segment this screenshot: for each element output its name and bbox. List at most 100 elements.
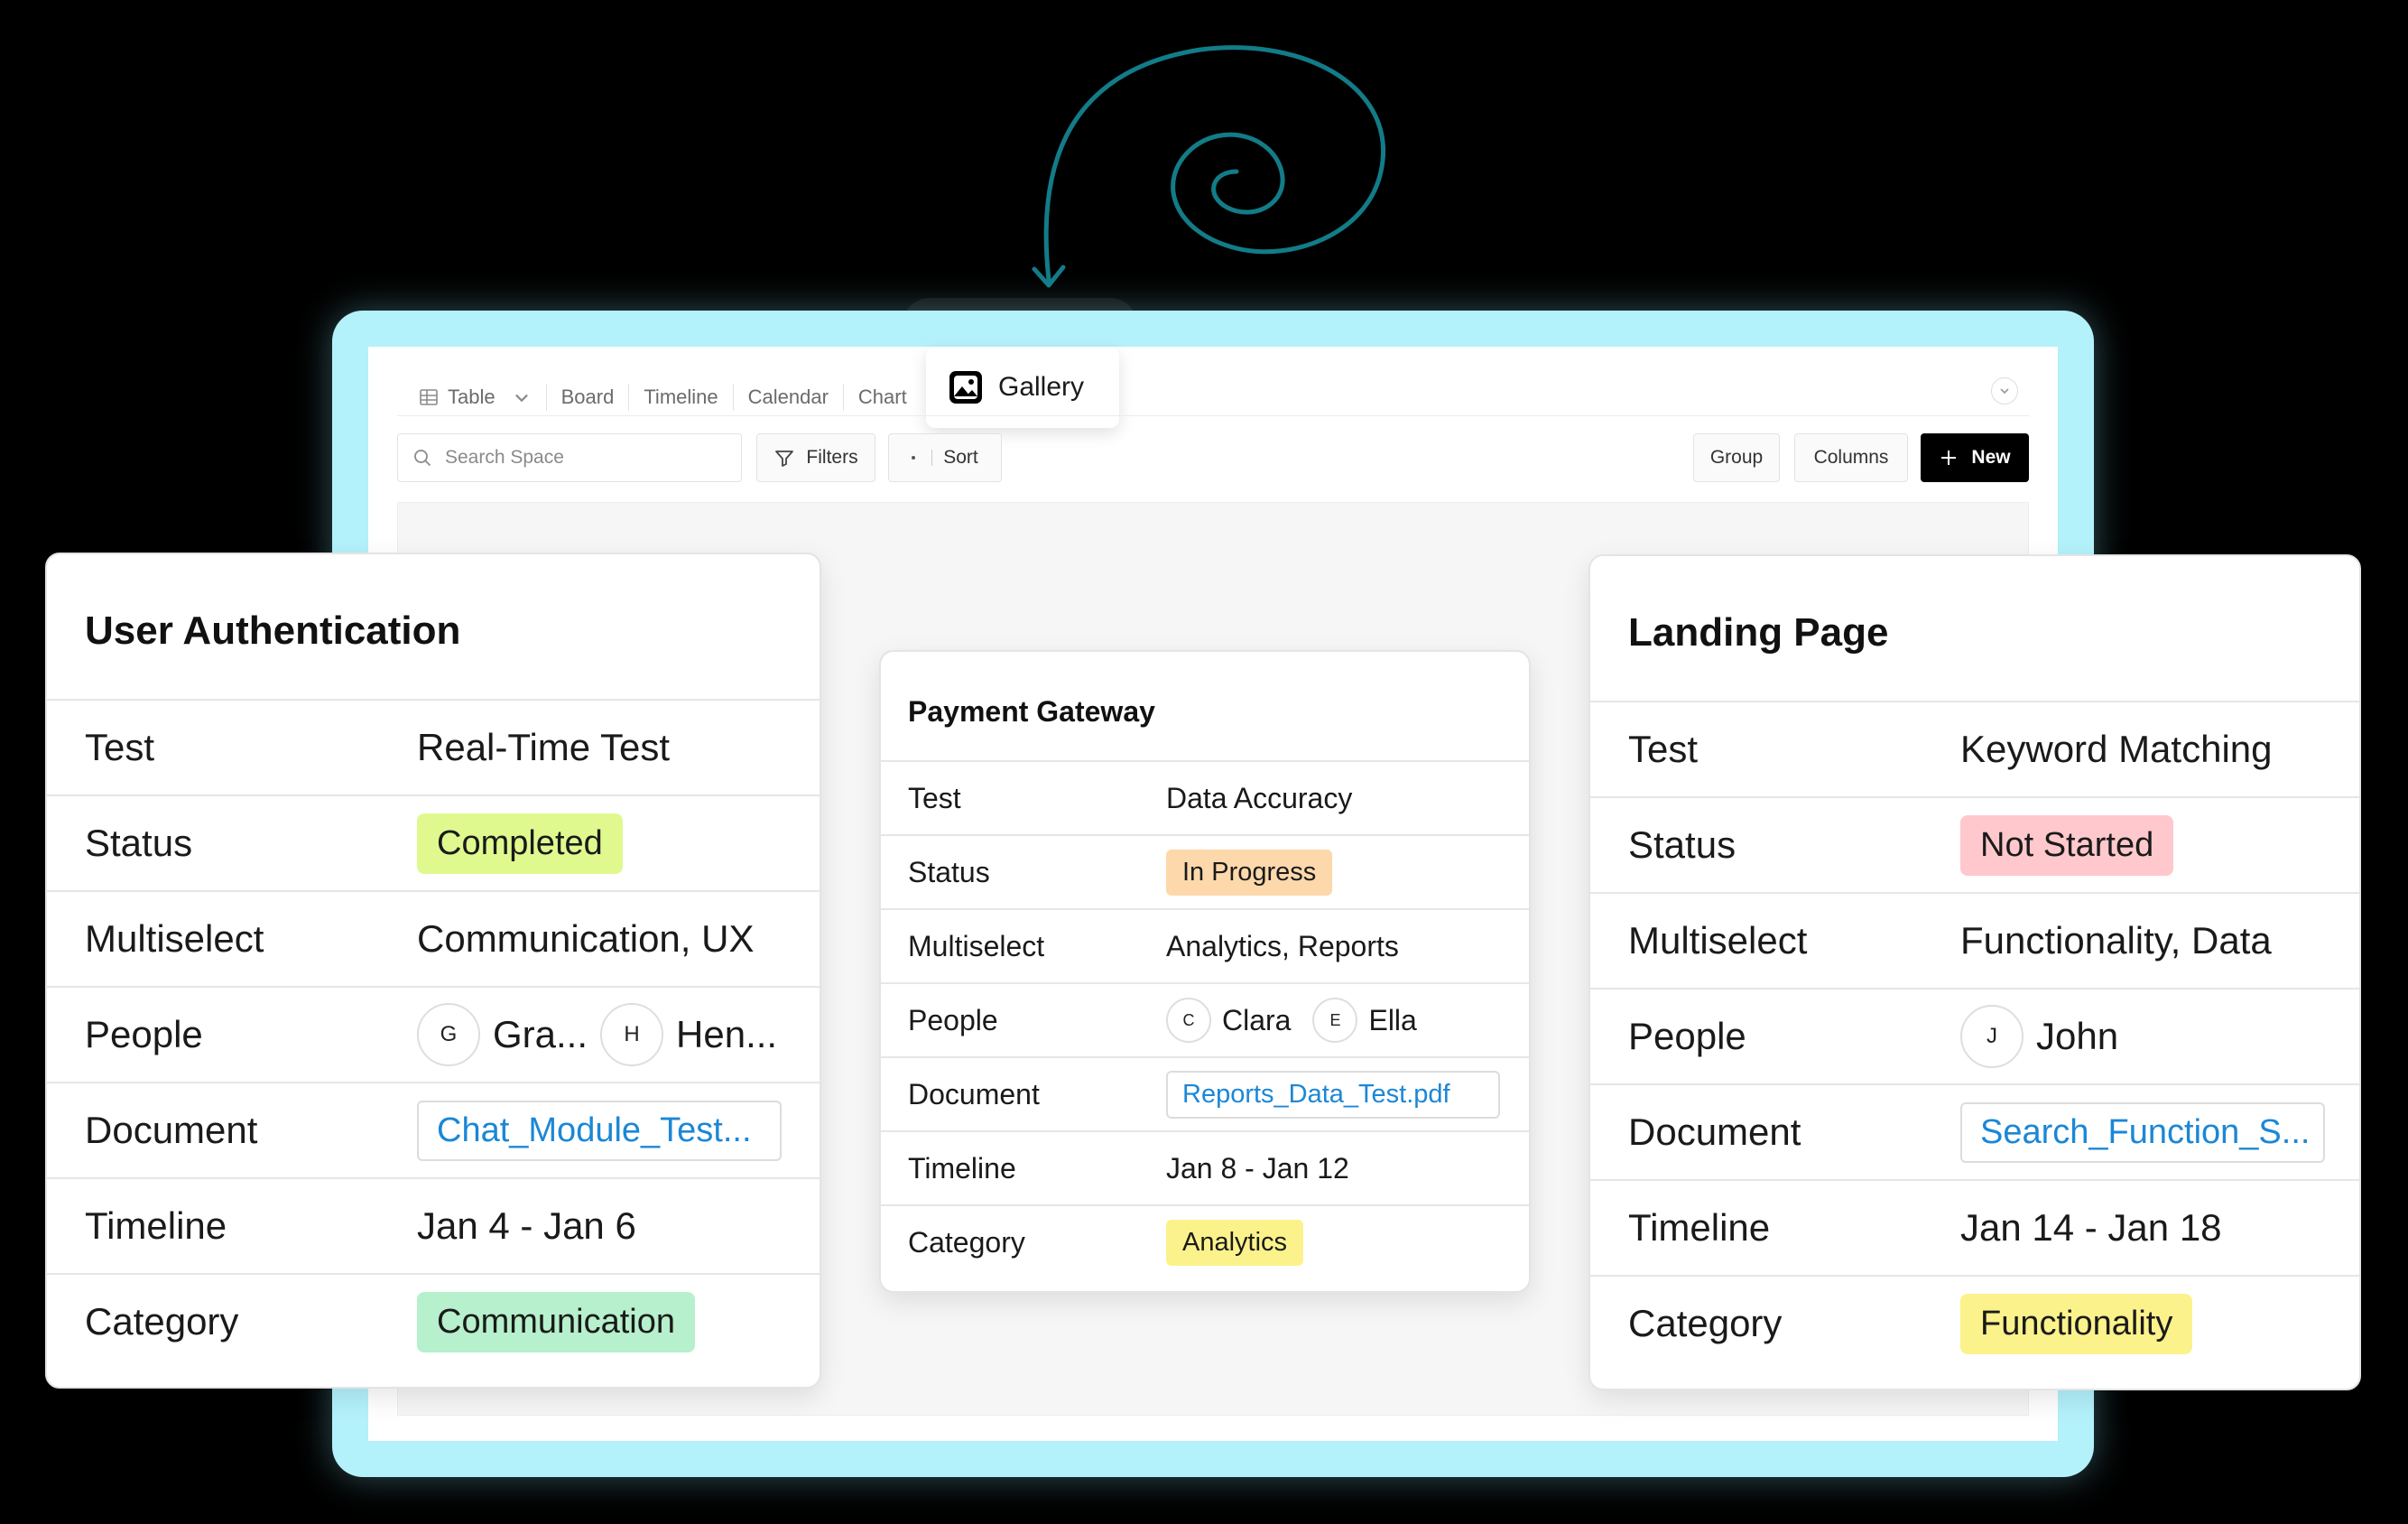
tab-gallery-label: Gallery — [998, 372, 1085, 402]
card-title: Payment Gateway — [908, 695, 1155, 728]
multiselect-value: Analytics, Reports — [1166, 929, 1399, 962]
field-label: Category — [85, 1300, 239, 1343]
chevron-down-icon — [2000, 388, 2009, 395]
avatar: E — [1312, 998, 1358, 1043]
divider — [397, 415, 2029, 416]
field-label: Timeline — [1628, 1206, 1771, 1249]
tab-board[interactable]: Board — [547, 384, 630, 411]
spiral-arrow-decoration — [1032, 45, 1385, 288]
field-label: People — [908, 1003, 998, 1036]
tab-table[interactable]: Table — [412, 384, 547, 411]
category-badge[interactable]: Communication — [417, 1291, 695, 1352]
collapse-button[interactable] — [1991, 377, 2018, 404]
document-link[interactable]: Chat_Module_Test... — [417, 1100, 782, 1161]
person-name: Ella — [1368, 1003, 1417, 1036]
search-icon — [414, 450, 431, 467]
sort-label: Sort — [943, 447, 978, 468]
field-row-people: People G Gra... H Hen... — [47, 986, 820, 1082]
field-row-status: Status In Progress — [881, 834, 1529, 908]
sort-button[interactable]: Sort — [888, 433, 1002, 482]
field-row-people: People J John — [1590, 988, 2359, 1083]
field-row-people: People C Clara E Ella — [881, 982, 1529, 1056]
chevron-down-icon[interactable] — [512, 387, 532, 407]
person-chip[interactable]: H Hen... — [600, 1003, 777, 1066]
tab-calendar[interactable]: Calendar — [734, 384, 844, 411]
field-row-timeline: Timeline Jan 4 - Jan 6 — [47, 1177, 820, 1273]
field-row-category: Category Functionality — [1590, 1275, 2359, 1371]
status-badge[interactable]: Completed — [417, 813, 623, 874]
timeline-value: Jan 8 - Jan 12 — [1166, 1151, 1349, 1185]
card-title: User Authentication — [85, 609, 461, 653]
category-badge[interactable]: Analytics — [1166, 1219, 1304, 1266]
test-value: Keyword Matching — [1960, 728, 2273, 770]
multiselect-value: Communication, UX — [417, 917, 755, 960]
document-link[interactable]: Search_Function_S... — [1960, 1101, 2325, 1163]
field-label: Status — [908, 855, 990, 888]
field-label: Test — [908, 781, 961, 814]
tab-timeline-label: Timeline — [644, 386, 718, 408]
field-row-timeline: Timeline Jan 8 - Jan 12 — [881, 1130, 1529, 1204]
person-chip[interactable]: J John — [1960, 1005, 2118, 1068]
gallery-card-payment-gateway[interactable]: Payment Gateway Test Data Accuracy Statu… — [879, 650, 1531, 1293]
avatar: C — [1166, 998, 1211, 1043]
columns-label: Columns — [1813, 447, 1889, 468]
field-label: Status — [1628, 823, 1737, 866]
columns-button[interactable]: Columns — [1794, 433, 1908, 482]
search-input[interactable]: Search Space — [397, 433, 742, 482]
field-label: Multiselect — [85, 917, 264, 960]
field-label: Test — [1628, 728, 1699, 770]
field-label: Document — [908, 1077, 1040, 1110]
person-chip[interactable]: E Ella — [1312, 998, 1417, 1043]
person-chip[interactable]: G Gra... — [417, 1003, 588, 1066]
field-row-status: Status Completed — [47, 795, 820, 890]
avatar: J — [1960, 1005, 2024, 1068]
sort-divider — [931, 450, 933, 466]
field-row-timeline: Timeline Jan 14 - Jan 18 — [1590, 1179, 2359, 1275]
table-icon — [420, 389, 438, 405]
gallery-card-landing-page[interactable]: Landing Page Test Keyword Matching Statu… — [1588, 554, 2361, 1390]
tab-board-label: Board — [560, 386, 615, 408]
status-badge[interactable]: Not Started — [1960, 814, 2174, 876]
test-value: Real-Time Test — [417, 726, 671, 768]
timeline-value: Jan 14 - Jan 18 — [1960, 1206, 2222, 1249]
field-label: Multiselect — [1628, 919, 1808, 962]
person-name: Gra... — [493, 1013, 588, 1055]
new-label: New — [1971, 447, 2011, 468]
tab-chart[interactable]: Chart — [844, 384, 922, 411]
field-row-test: Test Keyword Matching — [1590, 701, 2359, 796]
filters-button[interactable]: Filters — [756, 433, 875, 482]
field-row-test: Test Data Accuracy — [881, 760, 1529, 834]
person-name: Clara — [1222, 1003, 1292, 1036]
document-link[interactable]: Reports_Data_Test.pdf — [1166, 1070, 1500, 1119]
group-button[interactable]: Group — [1693, 433, 1780, 482]
category-badge[interactable]: Functionality — [1960, 1293, 2193, 1354]
new-button[interactable]: New — [1921, 433, 2029, 482]
field-row-status: Status Not Started — [1590, 796, 2359, 892]
avatar: G — [417, 1003, 480, 1066]
field-row-category: Category Communication — [47, 1273, 820, 1369]
gallery-card-user-authentication[interactable]: User Authentication Test Real-Time Test … — [45, 553, 821, 1389]
group-label: Group — [1709, 447, 1764, 468]
field-label: Timeline — [908, 1151, 1016, 1185]
plus-icon — [1941, 451, 1957, 465]
avatar: H — [600, 1003, 664, 1066]
person-name: John — [2036, 1015, 2119, 1057]
field-row-category: Category Analytics — [881, 1204, 1529, 1278]
field-row-document: Document Reports_Data_Test.pdf — [881, 1056, 1529, 1130]
tab-table-label: Table — [448, 386, 495, 408]
multiselect-value: Functionality, Data — [1960, 919, 2272, 962]
field-row-document: Document Chat_Module_Test... — [47, 1082, 820, 1177]
tab-timeline[interactable]: Timeline — [629, 384, 734, 411]
field-row-multiselect: Multiselect Functionality, Data — [1590, 892, 2359, 988]
search-placeholder: Search Space — [445, 447, 564, 468]
field-label: Timeline — [85, 1204, 227, 1247]
card-title: Landing Page — [1628, 610, 1889, 655]
field-row-multiselect: Multiselect Analytics, Reports — [881, 908, 1529, 982]
field-label: Category — [1628, 1302, 1783, 1344]
test-value: Data Accuracy — [1166, 781, 1353, 814]
field-label: People — [1628, 1015, 1746, 1057]
tab-chart-label: Chart — [857, 386, 907, 408]
person-chip[interactable]: C Clara — [1166, 998, 1291, 1043]
field-label: Document — [1628, 1110, 1801, 1153]
status-badge[interactable]: In Progress — [1166, 849, 1333, 896]
